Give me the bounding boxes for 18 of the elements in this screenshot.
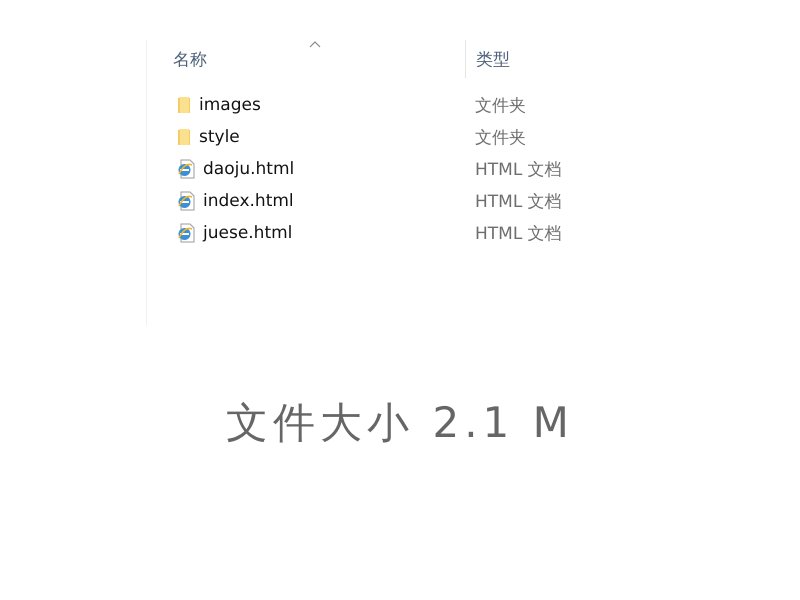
- column-header[interactable]: 名称: [147, 40, 465, 78]
- folder-icon: [177, 96, 191, 114]
- file-type: 文件夹: [474, 126, 526, 148]
- file-type: HTML 文档: [474, 190, 562, 212]
- file-size-caption: 文件大小 2.1 M: [226, 397, 574, 449]
- file-name[interactable]: index.html: [203, 191, 294, 211]
- column-header[interactable]: 类型: [466, 40, 626, 78]
- html-file-icon: [177, 191, 195, 211]
- html-file-icon: [177, 223, 195, 243]
- file-type: 文件夹: [474, 94, 526, 116]
- file-type: HTML 文档: [474, 158, 562, 180]
- folder-icon: [177, 128, 191, 146]
- file-name[interactable]: juese.html: [203, 223, 292, 243]
- file-name[interactable]: style: [199, 127, 240, 147]
- file-type: HTML 文档: [474, 222, 562, 244]
- file-name[interactable]: images: [199, 95, 261, 115]
- html-file-icon: [177, 159, 195, 179]
- file-name[interactable]: daoju.html: [203, 159, 294, 179]
